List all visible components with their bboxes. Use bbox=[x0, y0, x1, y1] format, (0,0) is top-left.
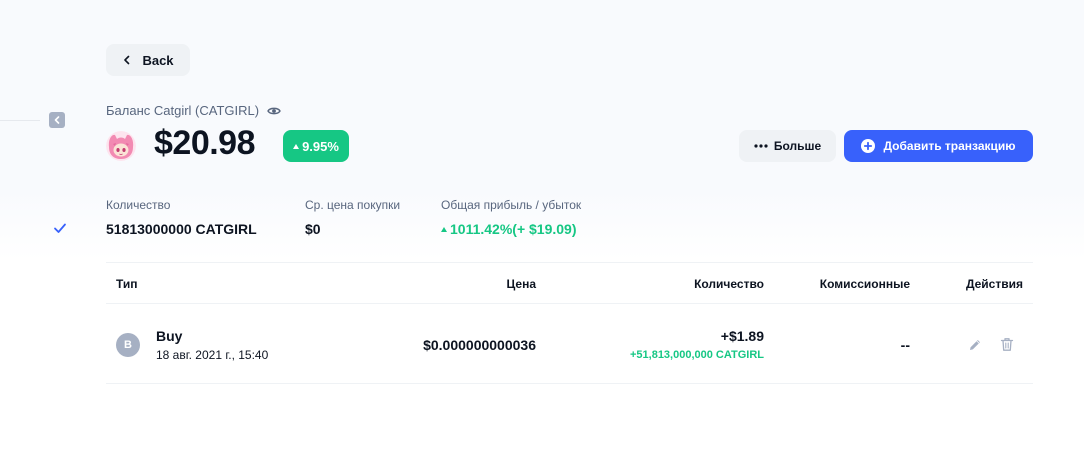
stat-pnl: Общая прибыль / убыток 1011.42%(+ $19.09… bbox=[441, 198, 581, 237]
type-date: 18 авг. 2021 г., 15:40 bbox=[156, 348, 269, 362]
stat-quantity-label: Количество bbox=[106, 198, 171, 212]
stat-quantity: Количество 51813000000 CATGIRL bbox=[106, 198, 257, 237]
stat-pnl-value-wrap: 1011.42%(+ $19.09) bbox=[441, 221, 581, 237]
stat-quantity-value: 51813000000 CATGIRL bbox=[106, 221, 257, 237]
plus-circle-icon bbox=[861, 139, 876, 153]
balance-label: Баланс Catgirl (CATGIRL) bbox=[106, 103, 281, 118]
stat-avg-price-value: $0 bbox=[305, 221, 321, 237]
more-button[interactable]: Больше bbox=[739, 130, 836, 162]
header-actions: Действия bbox=[965, 277, 1023, 291]
balance-value: $20.98 bbox=[154, 124, 256, 162]
stat-avg-price: Ср. цена покупки $0 bbox=[305, 198, 400, 237]
header-price: Цена bbox=[506, 277, 536, 291]
change-pct: 9.95% bbox=[302, 138, 339, 154]
header-type: Тип bbox=[116, 277, 138, 291]
change-badge: 9.95% bbox=[283, 130, 349, 162]
back-button[interactable]: Back bbox=[106, 44, 190, 76]
balance-label-text: Баланс Catgirl (CATGIRL) bbox=[106, 103, 260, 118]
stat-pnl-label: Общая прибыль / убыток bbox=[441, 198, 582, 212]
sidebar-divider bbox=[0, 120, 40, 121]
quantity-coin-cell: +51,813,000,000 CATGIRL bbox=[629, 349, 764, 361]
add-transaction-button[interactable]: Добавить транзакцию bbox=[844, 130, 1033, 162]
header-fees: Комиссионные bbox=[819, 277, 910, 291]
caret-up-icon bbox=[293, 143, 300, 149]
type-avatar: B bbox=[116, 333, 140, 357]
header-quantity: Количество bbox=[694, 277, 764, 291]
back-label: Back bbox=[142, 52, 174, 68]
table-header: Тип Цена Количество Комиссионные Действи… bbox=[106, 262, 1033, 304]
sidebar-collapse-button[interactable] bbox=[49, 112, 65, 128]
pencil-icon[interactable] bbox=[968, 338, 982, 352]
price-cell: $0.000000000036 bbox=[423, 337, 536, 353]
quantity-usd-cell: +$1.89 bbox=[720, 328, 764, 344]
more-label: Больше bbox=[773, 139, 822, 153]
check-icon bbox=[54, 223, 66, 233]
transactions-table: Тип Цена Количество Комиссионные Действи… bbox=[106, 262, 1033, 384]
trash-icon[interactable] bbox=[1000, 337, 1014, 352]
coin-avatar bbox=[106, 131, 136, 161]
eye-icon[interactable] bbox=[267, 104, 281, 118]
chevron-left-icon bbox=[124, 55, 130, 65]
fees-cell: -- bbox=[900, 337, 910, 353]
chevron-left-icon bbox=[54, 116, 60, 124]
stat-avg-price-label: Ср. цена покупки bbox=[305, 198, 401, 212]
table-row: B Buy 18 авг. 2021 г., 15:40 $0.00000000… bbox=[106, 304, 1033, 384]
type-name: Buy bbox=[156, 328, 183, 344]
add-transaction-label: Добавить транзакцию bbox=[883, 139, 1016, 153]
stat-pnl-value: 1011.42%(+ $19.09) bbox=[450, 221, 577, 237]
caret-up-icon bbox=[441, 226, 447, 232]
ellipsis-icon bbox=[754, 144, 768, 148]
